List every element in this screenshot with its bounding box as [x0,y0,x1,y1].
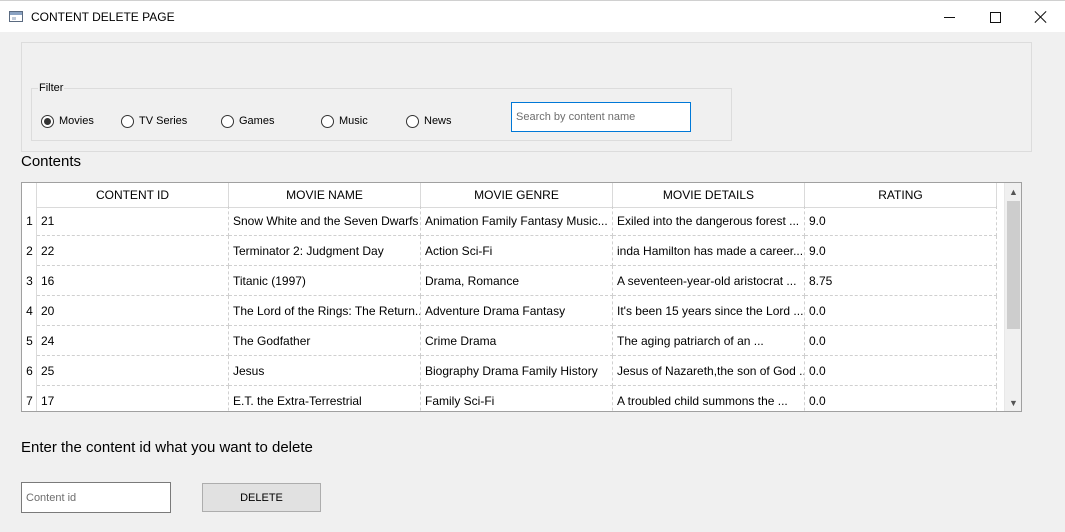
cell-movie-genre[interactable]: Adventure Drama Fantasy [421,296,613,326]
cell-movie-genre[interactable]: Action Sci-Fi [421,236,613,266]
window-title: CONTENT DELETE PAGE [31,10,175,24]
row-number[interactable]: 7 [22,386,37,411]
scroll-up-icon[interactable]: ▲ [1005,183,1021,200]
column-header-rating[interactable]: RATING [805,183,997,208]
row-number[interactable]: 3 [22,266,37,296]
cell-movie-name[interactable]: Snow White and the Seven Dwarfs [229,206,421,236]
column-header-movie-name[interactable]: MOVIE NAME [229,183,421,208]
search-input[interactable] [511,102,691,132]
cell-movie-details[interactable]: Jesus of Nazareth,the son of God ... [613,356,805,386]
radio-indicator [406,114,419,128]
filter-label: Filter [38,82,65,94]
minimize-icon [943,16,955,18]
cell-rating[interactable]: 9.0 [805,236,997,266]
cell-rating[interactable]: 8.75 [805,266,997,296]
cell-movie-details[interactable]: A troubled child summons the ... [613,386,805,411]
cell-rating[interactable]: 9.0 [805,206,997,236]
cell-movie-name[interactable]: The Godfather [229,326,421,356]
row-number[interactable]: 2 [22,236,37,266]
radio-label: News [424,115,452,127]
cell-rating[interactable]: 0.0 [805,386,997,411]
column-header-movie-details[interactable]: MOVIE DETAILS [613,183,805,208]
cell-movie-details[interactable]: A seventeen-year-old aristocrat ... [613,266,805,296]
radio-tv-series[interactable]: TV Series [121,113,187,129]
minimize-button[interactable] [926,1,972,33]
row-number[interactable]: 1 [22,206,37,236]
scroll-down-icon[interactable]: ▼ [1005,394,1021,411]
cell-movie-name[interactable]: Titanic (1997) [229,266,421,296]
cell-movie-name[interactable]: The Lord of the Rings: The Return... [229,296,421,326]
cell-movie-details[interactable]: The aging patriarch of an ... [613,326,805,356]
cell-content-id[interactable]: 24 [37,326,229,356]
radio-label: Games [239,115,275,127]
cell-movie-genre[interactable]: Crime Drama [421,326,613,356]
radio-indicator [121,114,134,128]
cell-movie-name[interactable]: Jesus [229,356,421,386]
row-number[interactable]: 5 [22,326,37,356]
cell-content-id[interactable]: 25 [37,356,229,386]
radio-label: TV Series [139,115,188,127]
cell-movie-name[interactable]: Terminator 2: Judgment Day [229,236,421,266]
radio-label: Music [339,115,368,127]
cell-content-id[interactable]: 22 [37,236,229,266]
contents-table[interactable]: CONTENT ID MOVIE NAME MOVIE GENRE MOVIE … [21,182,1022,412]
cell-content-id[interactable]: 20 [37,296,229,326]
cell-movie-details[interactable]: inda Hamilton has made a career... [613,236,805,266]
close-button[interactable] [1018,1,1064,33]
close-icon [1035,11,1047,23]
cell-movie-genre[interactable]: Biography Drama Family History [421,356,613,386]
cell-movie-genre[interactable]: Family Sci-Fi [421,386,613,411]
radio-indicator [321,114,334,128]
row-number[interactable]: 6 [22,356,37,386]
cell-rating[interactable]: 0.0 [805,356,997,386]
radio-music[interactable]: Music [321,113,368,129]
column-header-movie-genre[interactable]: MOVIE GENRE [421,183,613,208]
column-header-content-id[interactable]: CONTENT ID [37,183,229,208]
cell-movie-name[interactable]: E.T. the Extra-Terrestrial [229,386,421,411]
row-number[interactable]: 4 [22,296,37,326]
table-vertical-scrollbar[interactable]: ▲ ▼ [1004,183,1021,411]
radio-indicator [41,114,54,128]
cell-rating[interactable]: 0.0 [805,296,997,326]
cell-rating[interactable]: 0.0 [805,326,997,356]
cell-content-id[interactable]: 17 [37,386,229,411]
radio-news[interactable]: News [406,113,452,129]
delete-prompt: Enter the content id what you want to de… [21,439,313,456]
cell-movie-genre[interactable]: Drama, Romance [421,266,613,296]
delete-button[interactable]: DELETE [202,483,321,512]
cell-movie-details[interactable]: Exiled into the dangerous forest ... [613,206,805,236]
scroll-thumb[interactable] [1007,201,1020,329]
content-id-input[interactable] [21,482,171,513]
maximize-button[interactable] [972,1,1018,33]
radio-movies[interactable]: Movies [41,113,94,129]
app-window-icon [9,11,23,22]
maximize-icon [989,11,1001,23]
radio-label: Movies [59,115,94,127]
contents-heading: Contents [21,153,82,170]
radio-games[interactable]: Games [221,113,274,129]
cell-content-id[interactable]: 16 [37,266,229,296]
cell-movie-details[interactable]: It's been 15 years since the Lord ... [613,296,805,326]
cell-content-id[interactable]: 21 [37,206,229,236]
cell-movie-genre[interactable]: Animation Family Fantasy Music... [421,206,613,236]
title-bar: CONTENT DELETE PAGE [0,0,1065,32]
radio-indicator [221,114,234,128]
